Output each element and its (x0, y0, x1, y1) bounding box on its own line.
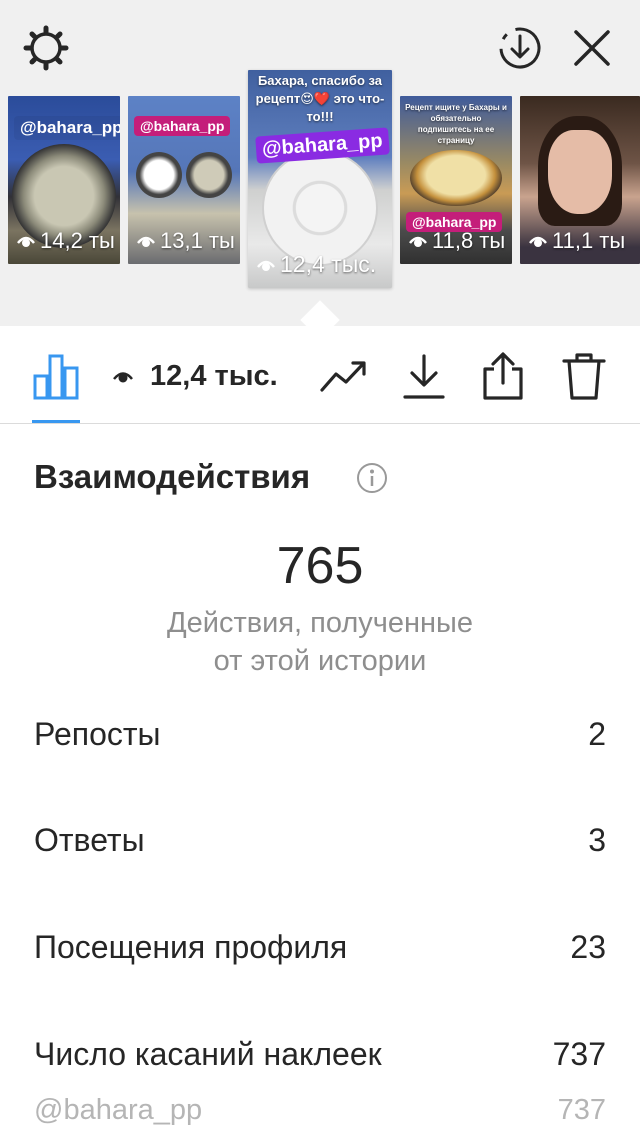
story-thumbnail-selected[interactable]: Бахара, спасибо за рецепт😍❤️ это что-то!… (248, 70, 392, 288)
story-views: 12,4 тыс. (256, 251, 376, 278)
settings-button[interactable] (18, 20, 74, 76)
story-views-count: 11,8 ты (432, 228, 506, 253)
story-caption: Рецепт ищите у Бахары и обязательно подп… (405, 103, 507, 145)
metric-value: 23 (570, 928, 606, 965)
download-icon (403, 354, 445, 399)
metric-row-sticker-taps: Число касаний наклеек 737 (34, 1032, 606, 1076)
interactions-total: 765 (276, 537, 364, 595)
active-tab-indicator (32, 420, 80, 423)
story-views: 14,2 ты (16, 228, 115, 254)
eye-icon (257, 260, 275, 271)
sticker-mention-label: @bahara_pp (34, 1093, 203, 1126)
insights-tab[interactable] (28, 348, 84, 404)
metric-label: Ответы (34, 821, 145, 858)
eye-icon (113, 372, 133, 383)
download-button[interactable] (396, 348, 452, 404)
trend-icon (320, 361, 366, 392)
promote-button[interactable] (316, 348, 372, 404)
metric-label: Посещения профиля (34, 928, 348, 965)
save-story-button[interactable] (492, 20, 548, 76)
story-views-count: 12,4 тыс. (280, 251, 377, 277)
metric-label: Репосты (34, 715, 161, 752)
story-tag: @bahara_pp (134, 116, 231, 136)
story-thumbnail[interactable]: @bahara_pp 14,2 ты (8, 96, 120, 264)
bar-chart-icon (33, 354, 79, 400)
story-views: 13,1 ты (136, 228, 235, 254)
settings-icon (23, 25, 69, 71)
story-viewer-header: @bahara_pp 14,2 ты @bahara_pp 13,1 ты Ба… (0, 0, 640, 326)
metric-row-sticker-mention: @bahara_pp 737 (34, 1090, 606, 1130)
story-caption: Бахара, спасибо за рецепт😍❤️ это что-то!… (255, 73, 385, 124)
person-face (548, 130, 612, 214)
metric-label: Число касаний наклеек (34, 1035, 382, 1072)
story-toolbar: 12,4 тыс. (0, 326, 640, 424)
eye-icon (17, 236, 35, 247)
eye-icon (529, 236, 547, 247)
story-thumbnails: @bahara_pp 14,2 ты @bahara_pp 13,1 ты Ба… (0, 70, 640, 300)
food-image (136, 152, 182, 198)
sticker-mention-value: 737 (557, 1093, 606, 1126)
metric-value: 737 (552, 1035, 606, 1072)
story-views-count: 11,1 ты (552, 228, 626, 253)
metric-value: 3 (588, 821, 606, 858)
metric-row-replies: Ответы 3 (34, 818, 606, 862)
viewers-tab[interactable]: 12,4 тыс. (112, 356, 278, 396)
story-views: 11,8 ты (408, 228, 505, 254)
metric-row-profile-visits: Посещения профиля 23 (34, 925, 606, 969)
close-button[interactable] (564, 20, 620, 76)
story-thumbnail[interactable]: 11,1 ты (520, 96, 640, 264)
interactions-caption-line: Действия, полученные (166, 607, 474, 639)
views-count: 12,4 тыс. (150, 359, 278, 392)
close-icon (574, 30, 610, 66)
metric-value: 2 (588, 715, 606, 752)
info-icon (357, 463, 387, 493)
share-button[interactable] (475, 348, 531, 404)
share-icon (483, 352, 523, 400)
food-image (186, 152, 232, 198)
interactions-caption-line: от этой истории (213, 645, 427, 677)
interactions-caption: Действия, полученные от этой истории (0, 604, 640, 680)
food-image (410, 150, 502, 206)
trash-icon (562, 353, 606, 400)
story-tag: @bahara_pp (255, 127, 390, 164)
plate-image (262, 150, 378, 266)
eye-icon (137, 236, 155, 247)
story-views: 11,1 ты (528, 228, 625, 254)
delete-button[interactable] (556, 348, 612, 404)
story-views-count: 13,1 ты (160, 228, 235, 253)
download-circle-icon (499, 27, 541, 69)
metric-row-reposts: Репосты 2 (34, 712, 606, 756)
interactions-title: Взаимодействия (34, 458, 311, 495)
story-thumbnail[interactable]: @bahara_pp 13,1 ты (128, 96, 240, 264)
story-thumbnail[interactable]: Рецепт ищите у Бахары и обязательно подп… (400, 96, 512, 264)
interactions-info-button[interactable] (356, 462, 388, 494)
eye-icon (409, 236, 427, 247)
story-views-count: 14,2 ты (40, 228, 115, 253)
story-tag: @bahara_pp (14, 116, 120, 140)
